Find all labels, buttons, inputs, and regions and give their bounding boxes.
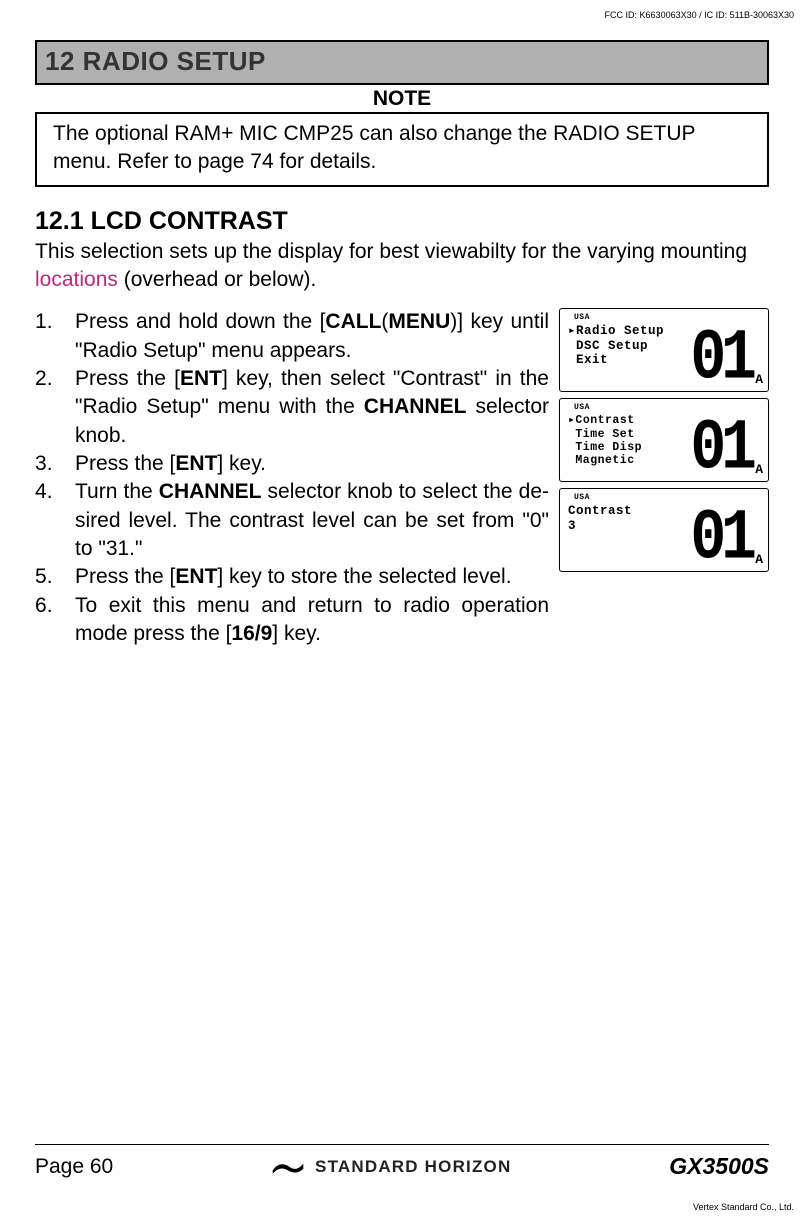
lcd-channel-digits: 01 bbox=[691, 329, 752, 390]
text: Turn the bbox=[75, 480, 159, 503]
text: Press the [ bbox=[75, 452, 175, 475]
brand-text: STANDARD HORIZON bbox=[315, 1157, 511, 1177]
note-box: The optional RAM+ MIC CMP25 can also cha… bbox=[35, 112, 769, 187]
menu-contrast: Contrast bbox=[400, 367, 479, 390]
lcd-usa-label: USA bbox=[574, 313, 677, 322]
intro-text-suffix: (overhead or below). bbox=[118, 268, 316, 291]
value-0: 0 bbox=[530, 509, 542, 532]
text: ." bbox=[129, 537, 142, 560]
footer-brand: STANDARD HORIZON bbox=[271, 1157, 511, 1177]
lcd-menu-lines: ▸Radio Setup DSC Setup Exit bbox=[568, 324, 677, 367]
lcd-screen-1: USA ▸Radio Setup DSC Setup Exit 01 A bbox=[559, 308, 769, 392]
section-heading-bar: 12 RADIO SETUP bbox=[35, 40, 769, 85]
key-16-9: 16/9 bbox=[231, 622, 272, 645]
key-ent: ENT bbox=[175, 565, 217, 588]
step-4: Turn the CHANNEL selector knob to select… bbox=[35, 478, 549, 563]
company-footer: Vertex Standard Co., Ltd. bbox=[693, 1202, 794, 1212]
lcd-screen-3: USA Contrast 3 01 A bbox=[559, 488, 769, 572]
intro-paragraph: This selection sets up the display for b… bbox=[35, 238, 769, 295]
text: " menu appears. bbox=[198, 339, 351, 362]
lcd-screen-2: USA ▸Contrast Time Set Time Disp Magneti… bbox=[559, 398, 769, 482]
step-1: Press and hold down the [CALL(MENU)] key… bbox=[35, 308, 549, 365]
step-3: Press the [ENT] key. bbox=[35, 450, 549, 478]
text: " menu with the bbox=[201, 395, 364, 418]
key-call: CALL bbox=[325, 310, 381, 333]
key-ent: ENT bbox=[175, 452, 217, 475]
text: Press the [ bbox=[75, 367, 180, 390]
key-menu: MENU bbox=[388, 310, 450, 333]
knob-channel: CHANNEL bbox=[364, 395, 467, 418]
brand-logo-icon bbox=[271, 1158, 305, 1176]
text: ] key to store the selected level. bbox=[217, 565, 511, 588]
step-6: To exit this menu and return to radio op… bbox=[35, 592, 549, 649]
value-31: 31 bbox=[106, 537, 129, 560]
content-row: Press and hold down the [CALL(MENU)] key… bbox=[35, 308, 769, 648]
fcc-id-line: FCC ID: K6630063X30 / IC ID: 511B-30063X… bbox=[35, 10, 794, 20]
intro-highlight: locations bbox=[35, 268, 118, 291]
knob-channel: CHANNEL bbox=[159, 480, 262, 503]
note-heading: NOTE bbox=[35, 87, 769, 111]
lcd-channel-digits: 01 bbox=[691, 419, 752, 480]
lcd-channel-digits: 01 bbox=[691, 509, 752, 570]
lcd-screenshots: USA ▸Radio Setup DSC Setup Exit 01 A USA… bbox=[559, 308, 769, 648]
page-number: Page 60 bbox=[35, 1155, 113, 1179]
lcd-suffix-a: A bbox=[755, 372, 763, 387]
page-footer: Page 60 STANDARD HORIZON GX3500S bbox=[35, 1144, 769, 1180]
key-ent: ENT bbox=[180, 367, 222, 390]
lcd-suffix-a: A bbox=[755, 552, 763, 567]
manual-page: FCC ID: K6630063X30 / IC ID: 511B-30063X… bbox=[0, 0, 804, 1220]
lcd-suffix-a: A bbox=[755, 462, 763, 477]
intro-text-prefix: This selection sets up the display for b… bbox=[35, 240, 747, 263]
step-2: Press the [ENT] key, then select "Contra… bbox=[35, 365, 549, 450]
menu-radio-setup: Radio Setup bbox=[82, 395, 201, 418]
text: Press and hold down the [ bbox=[75, 310, 325, 333]
subsection-heading: 12.1 LCD CONTRAST bbox=[35, 207, 769, 236]
lcd-usa-label: USA bbox=[574, 493, 677, 502]
text: ] key, then select " bbox=[222, 367, 400, 390]
text: ] key. bbox=[272, 622, 321, 645]
step-5: Press the [ENT] key to store the selecte… bbox=[35, 563, 549, 591]
lcd-menu-lines: ▸Contrast Time Set Time Disp Magnetic bbox=[568, 414, 677, 467]
steps-list: Press and hold down the [CALL(MENU)] key… bbox=[35, 308, 549, 648]
text: Press the [ bbox=[75, 565, 175, 588]
text: ] key. bbox=[217, 452, 266, 475]
menu-radio-setup: Radio Setup bbox=[82, 339, 198, 362]
lcd-usa-label: USA bbox=[574, 403, 677, 412]
model-number: GX3500S bbox=[669, 1153, 769, 1180]
lcd-menu-lines: Contrast 3 bbox=[568, 504, 677, 533]
